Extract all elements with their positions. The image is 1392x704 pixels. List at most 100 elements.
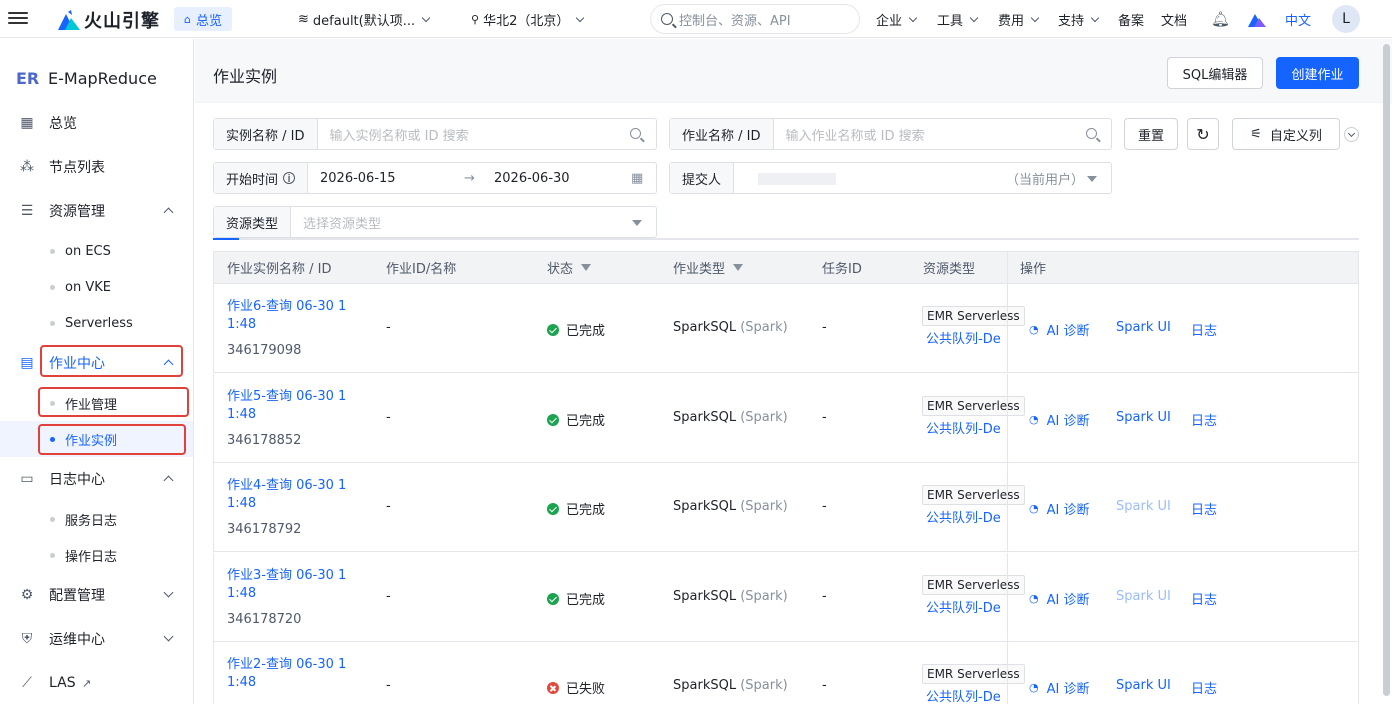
status-badge: 已完成 [547, 499, 605, 518]
ai-diagnose-button[interactable]: ◔ AI 诊断 [1029, 499, 1089, 518]
link-filing[interactable]: 备案 [1118, 0, 1144, 38]
brand-name: 火山引擎 [84, 11, 160, 32]
queue-link[interactable]: 公共队列-De [926, 507, 1001, 526]
sidebar-item-nodes[interactable]: ⁂ 节点列表 [0, 149, 193, 185]
language-switch[interactable]: 中文 [1285, 0, 1311, 38]
product-brand: ER E-MapReduce [16, 69, 157, 88]
log-link[interactable]: 日志 [1191, 678, 1217, 697]
start-date-value[interactable]: 2026-06-15 [308, 171, 396, 186]
table-row: 作业3-查询 06-30 1 1:48 346178720 - 已完成 Spar… [213, 552, 1359, 642]
resource-type-select[interactable]: 资源类型 选择资源类型 [213, 206, 657, 238]
chevron-down-icon [163, 631, 174, 642]
job-search-input[interactable]: 作业名称 / ID 输入作业名称或 ID 搜索 [669, 118, 1112, 150]
submitter-select[interactable]: 提交人 （当前用户） [669, 162, 1112, 194]
region-selector[interactable]: ⚲ 华北2（北京） [471, 0, 585, 38]
nodes-icon: ⁂ [20, 159, 34, 175]
create-job-button[interactable]: 创建作业 [1276, 57, 1359, 89]
end-date-value[interactable]: 2026-06-30 [482, 171, 570, 186]
spark-ui-link[interactable]: Spark UI [1116, 499, 1171, 514]
ai-diagnose-button[interactable]: ◔ AI 诊断 [1029, 678, 1089, 697]
instance-name-link[interactable]: 作业5-查询 06-30 1 [227, 385, 346, 404]
sidebar-item-config[interactable]: ⚙ 配置管理 [0, 577, 193, 613]
overview-button[interactable]: ⌂ 总览 [174, 7, 232, 31]
filter-icon[interactable] [581, 264, 592, 271]
menu-billing[interactable]: 费用 [998, 0, 1040, 38]
instance-name-link-cont[interactable]: 1:48 [227, 317, 256, 332]
spark-ui-link[interactable]: Spark UI [1116, 678, 1171, 693]
global-search-input[interactable]: 控制台、资源、API [650, 4, 860, 34]
sidebar-sub-op-log[interactable]: 操作日志 [0, 537, 193, 573]
layers-icon: ≋ [298, 11, 309, 27]
menu-support[interactable]: 支持 [1058, 0, 1100, 38]
link-docs[interactable]: 文档 [1161, 0, 1187, 38]
brand-logo[interactable]: 火山引擎 [58, 7, 160, 33]
spark-ui-link[interactable]: Spark UI [1116, 320, 1171, 335]
avatar[interactable]: L [1332, 5, 1360, 33]
expand-filters-icon[interactable] [1344, 127, 1359, 142]
instance-name-link[interactable]: 作业2-查询 06-30 1 [227, 653, 346, 672]
menu-enterprise[interactable]: 企业 [876, 0, 918, 38]
sidebar-item-las[interactable]: ⟋ LAS ↗ [0, 665, 193, 701]
sidebar-item-job-center[interactable]: ▤ 作业中心 [0, 345, 193, 381]
project-label: default(默认项... [312, 13, 416, 29]
instance-id: 346178792 [227, 522, 302, 537]
instance-name-link[interactable]: 作业6-查询 06-30 1 [227, 295, 346, 314]
queue-link[interactable]: 公共队列-De [926, 328, 1001, 347]
queue-link[interactable]: 公共队列-De [926, 686, 1001, 704]
sidebar-sub-on-ecs[interactable]: on ECS [0, 233, 193, 269]
queue-link[interactable]: 公共队列-De [926, 597, 1001, 616]
spark-ui-link[interactable]: Spark UI [1116, 589, 1171, 604]
submitter-label: 提交人 [670, 163, 735, 193]
start-time-label: 开始时间 i [214, 163, 309, 193]
log-link[interactable]: 日志 [1191, 320, 1217, 339]
instance-name-link-cont[interactable]: 1:48 [227, 586, 256, 601]
menu-icon[interactable] [8, 9, 28, 29]
sidebar-sub-job-manage[interactable]: 作业管理 [0, 385, 193, 421]
sidebar-item-resources[interactable]: ☰ 资源管理 [0, 193, 193, 229]
bell-icon[interactable]: 🔔︎ [1211, 0, 1230, 38]
sidebar-sub-serverless[interactable]: Serverless [0, 305, 193, 341]
instance-name-link-cont[interactable]: 1:48 [227, 675, 256, 690]
ai-diagnose-button[interactable]: ◔ AI 诊断 [1029, 589, 1089, 608]
sidebar-item-log-center[interactable]: ▭ 日志中心 [0, 461, 193, 497]
instance-name-link-cont[interactable]: 1:48 [227, 407, 256, 422]
custom-columns-button[interactable]: ⚟ 自定义列 [1232, 118, 1340, 150]
ai-diagnose-button[interactable]: ◔ AI 诊断 [1029, 410, 1089, 429]
filter-icon[interactable] [733, 264, 744, 271]
col-task-id: 任务ID [822, 262, 862, 277]
log-link[interactable]: 日志 [1191, 499, 1217, 518]
home-icon: ⌂ [184, 12, 191, 26]
reset-button[interactable]: 重置 [1124, 118, 1178, 150]
log-link[interactable]: 日志 [1191, 589, 1217, 608]
col-job-type: 作业类型 [673, 252, 744, 283]
ai-diagnose-button[interactable]: ◔ AI 诊断 [1029, 320, 1089, 339]
queue-link[interactable]: 公共队列-De [926, 418, 1001, 437]
gauge-icon: ◔ [1029, 681, 1039, 694]
col-status: 状态 [547, 252, 592, 283]
sidebar-sub-job-instance[interactable]: 作业实例 [0, 421, 193, 457]
ai-assistant-icon[interactable] [1248, 0, 1266, 38]
menu-tools[interactable]: 工具 [937, 0, 979, 38]
task-id: - [822, 499, 827, 514]
scrollbar[interactable] [1383, 44, 1390, 696]
product-name: E-MapReduce [48, 69, 157, 88]
sidebar-sub-on-vke[interactable]: on VKE [0, 269, 193, 305]
spark-ui-link[interactable]: Spark UI [1116, 410, 1171, 425]
date-range-picker[interactable]: 开始时间 i 2026-06-15 → 2026-06-30 ▦ [213, 162, 657, 194]
table-row: 作业2-查询 06-30 1 1:48 - 已失败 SparkSQL (Spar… [213, 642, 1359, 704]
project-selector[interactable]: ≋ default(默认项... [298, 0, 431, 38]
sidebar-item-ops[interactable]: ⛨ 运维中心 [0, 621, 193, 657]
sidebar: ER E-MapReduce ▦ 总览 ⁂ 节点列表 ☰ 资源管理 on ECS… [0, 39, 194, 704]
sql-editor-button[interactable]: SQL编辑器 [1167, 57, 1263, 89]
search-placeholder: 控制台、资源、API [679, 13, 791, 29]
instance-name-link[interactable]: 作业4-查询 06-30 1 [227, 474, 346, 493]
sidebar-sub-service-log[interactable]: 服务日志 [0, 501, 193, 537]
instance-name-link[interactable]: 作业3-查询 06-30 1 [227, 564, 346, 583]
resource-type-label: 资源类型 [214, 207, 292, 237]
instance-name-link-cont[interactable]: 1:48 [227, 496, 256, 511]
refresh-icon[interactable]: ↻ [1187, 118, 1219, 150]
sidebar-item-overview[interactable]: ▦ 总览 [0, 105, 193, 141]
instance-search-input[interactable]: 实例名称 / ID 输入实例名称或 ID 搜索 [213, 118, 657, 150]
instance-filter-label: 实例名称 / ID [214, 119, 318, 149]
log-link[interactable]: 日志 [1191, 410, 1217, 429]
